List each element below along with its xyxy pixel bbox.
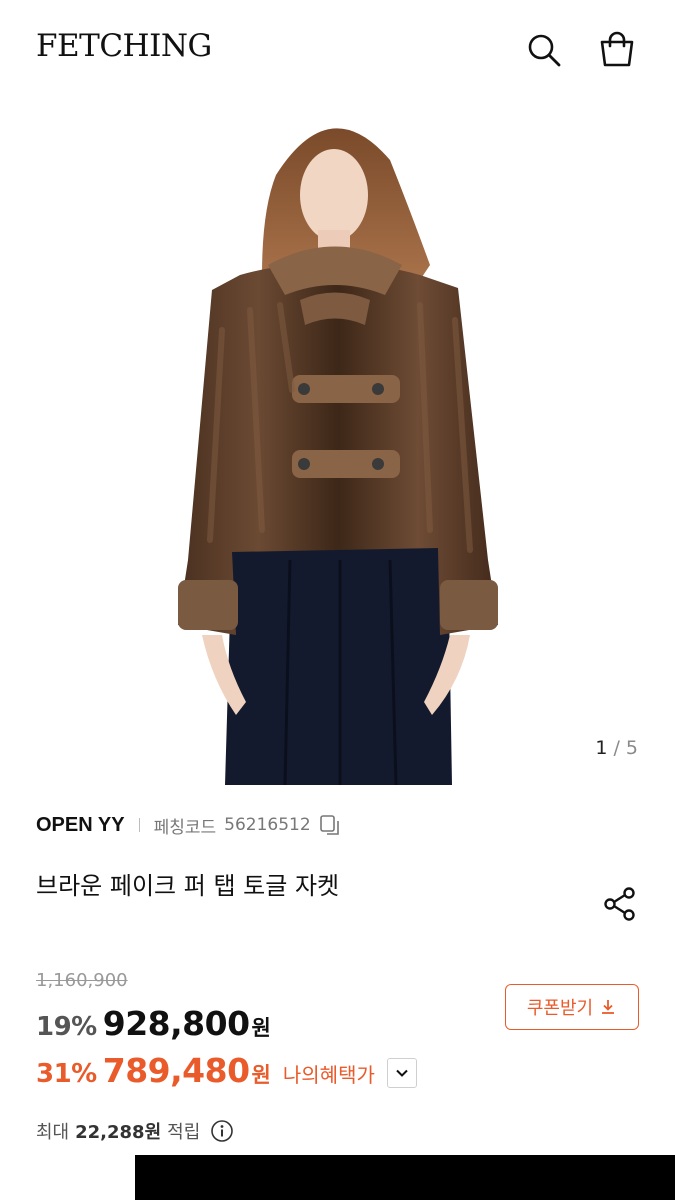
points-suffix: 적립 xyxy=(167,1122,201,1143)
image-counter: 1 / 5 xyxy=(595,737,638,759)
points-value: 22,288원 xyxy=(75,1122,162,1143)
brand-row: OPEN YY 페칭코드 56216512 xyxy=(36,812,341,838)
info-icon[interactable] xyxy=(210,1119,234,1143)
image-counter-separator: / xyxy=(607,737,626,759)
download-icon xyxy=(602,1000,615,1014)
discount-percent: 19% xyxy=(36,1012,97,1042)
my-benefit-price: 789,480 xyxy=(102,1051,250,1090)
divider xyxy=(138,818,140,832)
product-image[interactable] xyxy=(0,90,675,785)
product-title: 브라운 페이크 퍼 탭 토글 자켓 xyxy=(36,872,340,900)
brand-name[interactable]: OPEN YY xyxy=(36,814,125,837)
fetching-logo[interactable]: FETCHING xyxy=(36,28,212,64)
currency-unit: 원 xyxy=(251,1016,271,1040)
copy-icon[interactable] xyxy=(319,814,341,836)
top-header: FETCHING xyxy=(0,0,675,100)
chevron-down-icon xyxy=(396,1069,408,1077)
sale-price-row: 19% 928,800 원 xyxy=(36,1004,271,1048)
coupon-button-label: 쿠폰받기 xyxy=(526,998,594,1019)
bottom-action-bar[interactable] xyxy=(135,1155,675,1200)
get-coupon-button[interactable]: 쿠폰받기 xyxy=(505,984,639,1030)
my-discount-percent: 31% xyxy=(36,1059,97,1089)
points-prefix: 최대 xyxy=(36,1122,70,1143)
model-in-fur-jacket-image xyxy=(178,128,498,785)
search-icon[interactable] xyxy=(524,30,564,70)
reward-points: 최대 22,288원 적립 xyxy=(36,1118,234,1144)
product-code-label: 페칭코드 xyxy=(153,817,217,838)
currency-unit: 원 xyxy=(251,1063,271,1087)
share-icon[interactable] xyxy=(601,885,639,923)
product-code: 56216512 xyxy=(224,815,311,835)
shopping-bag-icon[interactable] xyxy=(597,30,637,70)
my-benefit-label: 나의혜택가 xyxy=(282,1063,375,1087)
image-counter-current: 1 xyxy=(595,737,608,759)
original-price: 1,160,900 xyxy=(36,970,128,991)
sale-price: 928,800 xyxy=(102,1004,250,1043)
my-benefit-price-row: 31% 789,480 원 나의혜택가 xyxy=(36,1051,417,1095)
image-counter-total: 5 xyxy=(625,737,638,759)
benefit-dropdown-toggle[interactable] xyxy=(386,1058,417,1088)
